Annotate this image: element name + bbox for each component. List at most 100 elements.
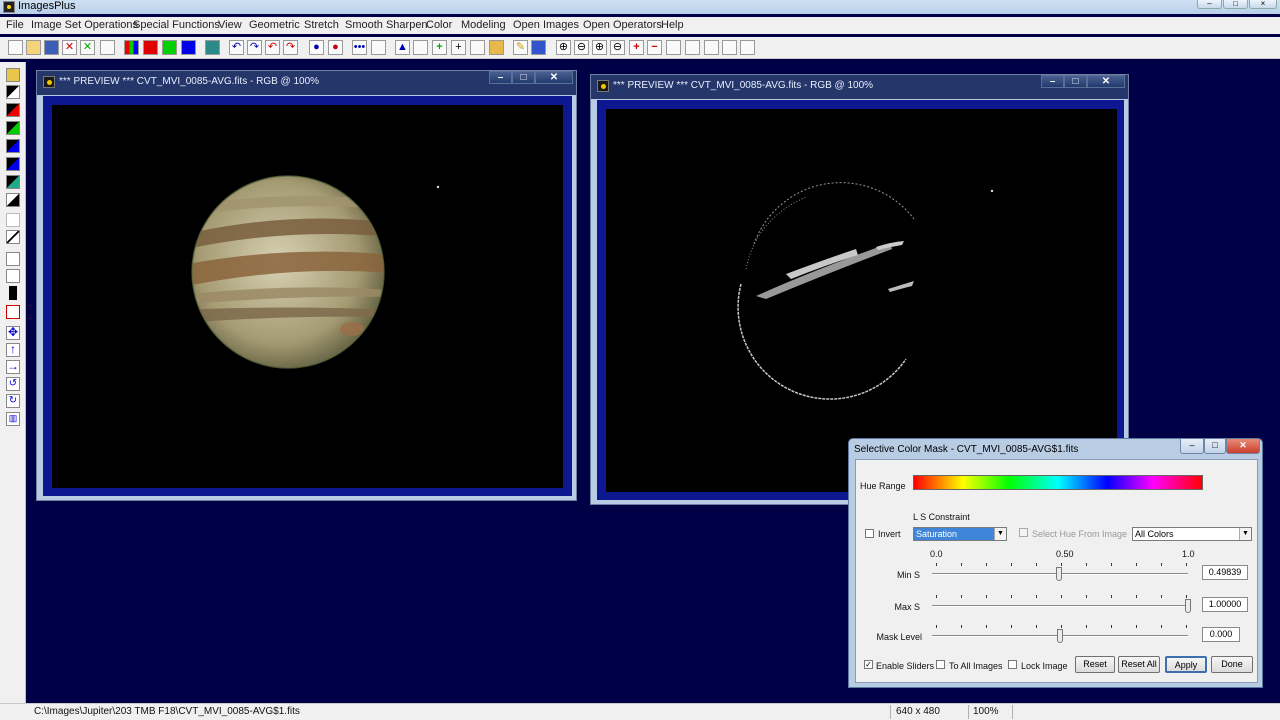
lasso-icon[interactable] <box>6 213 20 227</box>
zoom-fit-icon[interactable]: ⊕ <box>592 40 607 55</box>
move-icon[interactable]: ✥ <box>6 326 20 340</box>
max-s-track[interactable] <box>932 605 1188 607</box>
selective-color-mask-dialog[interactable]: Selective Color Mask - CVT_MVI_0085-AVG$… <box>848 438 1263 688</box>
window-close-icon[interactable]: ✕ <box>535 71 573 84</box>
done-button[interactable]: Done <box>1211 656 1253 673</box>
max-s-slider-thumb[interactable] <box>1185 599 1191 613</box>
maximize-icon[interactable]: □ <box>1223 0 1248 9</box>
zoom-actual-icon[interactable]: ⊖ <box>610 40 625 55</box>
blue-channel-icon[interactable] <box>181 40 196 55</box>
to-all-images-checkbox[interactable] <box>936 660 945 669</box>
arrow-right-icon[interactable]: → <box>6 360 20 374</box>
add-region-icon[interactable]: + <box>629 40 644 55</box>
point-tool-icon[interactable] <box>6 252 20 266</box>
flip-icon[interactable]: ▥ <box>6 412 20 426</box>
minimize-icon[interactable]: – <box>1197 0 1222 9</box>
menu-open-images[interactable]: Open Images <box>513 19 579 31</box>
white-black-icon[interactable] <box>6 193 20 207</box>
close-image-icon[interactable]: ✕ <box>62 40 77 55</box>
select-region-icon[interactable] <box>6 305 20 319</box>
menu-geometric[interactable]: Geometric <box>249 19 300 31</box>
max-s-value[interactable]: 1.00000 <box>1202 597 1248 612</box>
menu-help[interactable]: Help <box>661 19 684 31</box>
reset-button[interactable]: Reset <box>1075 656 1115 673</box>
lock-image-checkbox[interactable] <box>1008 660 1017 669</box>
mask-level-slider-thumb[interactable] <box>1057 629 1063 643</box>
menu-file[interactable]: File <box>6 19 24 31</box>
image-canvas-mask[interactable] <box>606 109 1117 492</box>
image-canvas-original[interactable] <box>52 105 563 488</box>
color-select[interactable]: All Colors ▼ <box>1132 527 1252 541</box>
crosshair-icon[interactable]: + <box>451 40 466 55</box>
rect-select-3-icon[interactable] <box>704 40 719 55</box>
new-file-icon[interactable] <box>8 40 23 55</box>
arrow-up-icon[interactable]: ↑ <box>6 343 20 357</box>
dots-icon[interactable]: ••• <box>352 40 367 55</box>
window-close-icon[interactable]: ✕ <box>1087 75 1125 88</box>
open-folder-icon[interactable] <box>26 40 41 55</box>
histogram-icon[interactable] <box>205 40 220 55</box>
save-tool-icon[interactable] <box>6 68 20 82</box>
black-white-icon[interactable] <box>6 85 20 99</box>
black-blue-2-icon[interactable] <box>6 157 20 171</box>
rgb-channels-icon[interactable] <box>124 40 139 55</box>
invert-checkbox[interactable] <box>865 529 874 538</box>
menu-image-set-operations[interactable]: Image Set Operations <box>31 19 138 31</box>
undo-all-icon[interactable]: ↶ <box>265 40 280 55</box>
window-minimize-icon[interactable]: – <box>489 71 512 84</box>
rect-select-5-icon[interactable] <box>740 40 755 55</box>
copy-icon[interactable] <box>100 40 115 55</box>
window-minimize-icon[interactable]: – <box>1041 75 1064 88</box>
rotate-left-icon[interactable]: ↺ <box>6 377 20 391</box>
min-s-value[interactable]: 0.49839 <box>1202 565 1248 580</box>
zoom-out-icon[interactable]: ⊖ <box>574 40 589 55</box>
dialog-maximize-icon[interactable]: □ <box>1204 439 1226 454</box>
black-bar-icon[interactable] <box>9 286 17 300</box>
menu-special-functions[interactable]: Special Functions <box>133 19 220 31</box>
apply-button[interactable]: Apply <box>1165 656 1207 673</box>
window-maximize-icon[interactable]: □ <box>1064 75 1087 88</box>
image-icon[interactable] <box>489 40 504 55</box>
line-icon[interactable] <box>6 230 20 244</box>
dialog-close-icon[interactable]: ✕ <box>1226 439 1260 454</box>
menu-color[interactable]: Color <box>426 19 452 31</box>
black-blue-icon[interactable] <box>6 139 20 153</box>
black-teal-icon[interactable] <box>6 175 20 189</box>
red-channel-icon[interactable] <box>143 40 158 55</box>
rotate-right-icon[interactable]: ↻ <box>6 394 20 408</box>
close-all-icon[interactable]: ✕ <box>80 40 95 55</box>
triangle-icon[interactable]: ▲ <box>395 40 410 55</box>
hue-range-bar[interactable] <box>913 475 1203 490</box>
menu-view[interactable]: View <box>218 19 242 31</box>
stop-icon[interactable]: ● <box>328 40 343 55</box>
redo-icon[interactable]: ↷ <box>247 40 262 55</box>
rect-select-4-icon[interactable] <box>722 40 737 55</box>
crosshair-green-icon[interactable]: + <box>432 40 447 55</box>
table-icon[interactable] <box>531 40 546 55</box>
mask-level-value[interactable]: 0.000 <box>1202 627 1240 642</box>
preview-window-original[interactable]: *** PREVIEW *** CVT_MVI_0085-AVG.fits - … <box>36 70 577 501</box>
redo-all-icon[interactable]: ↷ <box>283 40 298 55</box>
green-channel-icon[interactable] <box>162 40 177 55</box>
zoom-in-icon[interactable]: ⊕ <box>556 40 571 55</box>
menu-open-operators[interactable]: Open Operators <box>583 19 662 31</box>
remove-region-icon[interactable]: − <box>647 40 662 55</box>
close-icon[interactable]: × <box>1249 0 1277 9</box>
menu-stretch[interactable]: Stretch <box>304 19 339 31</box>
window-maximize-icon[interactable]: □ <box>512 71 535 84</box>
reset-all-button[interactable]: Reset All <box>1118 656 1160 673</box>
constraint-select[interactable]: Saturation ▼ <box>913 527 1007 541</box>
rect-select-2-icon[interactable] <box>685 40 700 55</box>
record-icon[interactable]: ● <box>309 40 324 55</box>
undo-icon[interactable]: ↶ <box>229 40 244 55</box>
select-hue-checkbox[interactable] <box>1019 528 1028 537</box>
menu-smooth-sharpen[interactable]: Smooth Sharpen <box>345 19 428 31</box>
dialog-minimize-icon[interactable]: – <box>1180 439 1204 454</box>
enable-sliders-checkbox[interactable]: ✓ <box>864 660 873 669</box>
points-icon[interactable] <box>371 40 386 55</box>
save-icon[interactable] <box>44 40 59 55</box>
black-red-icon[interactable] <box>6 103 20 117</box>
pencil-icon[interactable]: ✎ <box>513 40 528 55</box>
min-s-slider-thumb[interactable] <box>1056 567 1063 581</box>
bars-icon[interactable] <box>6 269 20 283</box>
